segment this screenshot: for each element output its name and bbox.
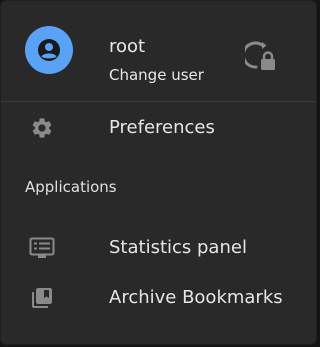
preferences-label: Preferences xyxy=(109,117,215,138)
app-item-archive-bookmarks[interactable]: Archive Bookmarks xyxy=(1,275,316,321)
statistics-panel-icon xyxy=(29,236,55,260)
bookmarks-library-icon xyxy=(29,286,55,310)
avatar xyxy=(25,26,73,74)
menu-item-preferences[interactable]: Preferences xyxy=(1,105,316,151)
lock-reset-icon xyxy=(241,41,275,70)
lock-session-button[interactable] xyxy=(241,41,279,75)
user-menu: root Change user Preferences Application… xyxy=(0,0,317,345)
applications-section-title: Applications xyxy=(25,178,117,196)
change-user-link[interactable]: Change user xyxy=(109,65,204,85)
username: root xyxy=(109,36,146,57)
user-section: root Change user xyxy=(1,1,316,102)
app-item-statistics-panel[interactable]: Statistics panel xyxy=(1,225,316,271)
gear-icon xyxy=(29,116,55,140)
archive-bookmarks-label: Archive Bookmarks xyxy=(109,287,283,308)
statistics-panel-label: Statistics panel xyxy=(109,237,247,258)
account-circle-icon xyxy=(38,39,60,61)
